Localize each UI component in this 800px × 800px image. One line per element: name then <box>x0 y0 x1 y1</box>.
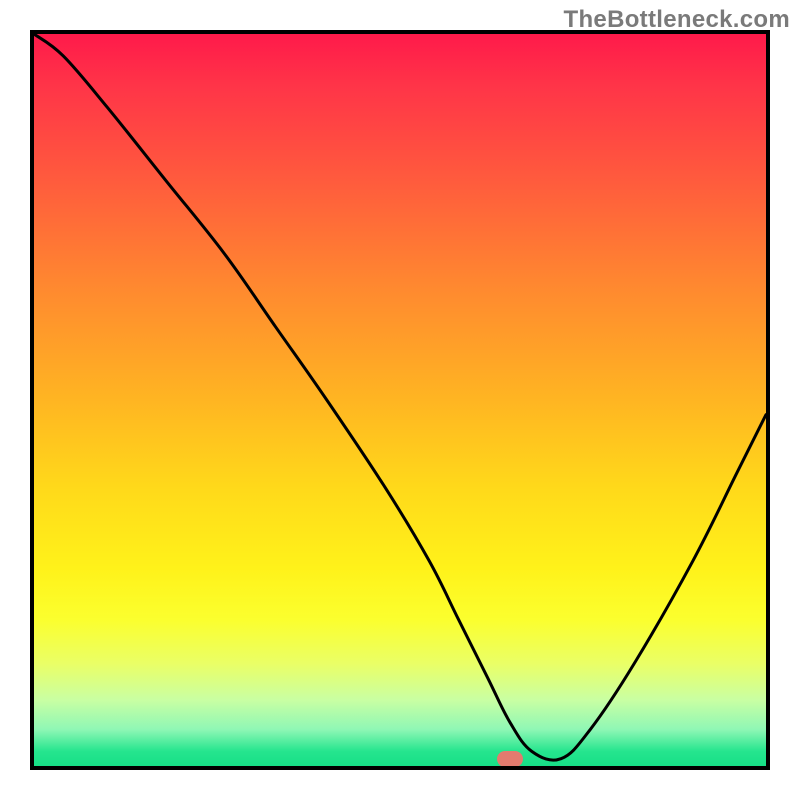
minimum-marker <box>497 751 523 767</box>
bottleneck-curve <box>34 34 766 766</box>
chart-container: TheBottleneck.com <box>0 0 800 800</box>
plot-area <box>30 30 770 770</box>
